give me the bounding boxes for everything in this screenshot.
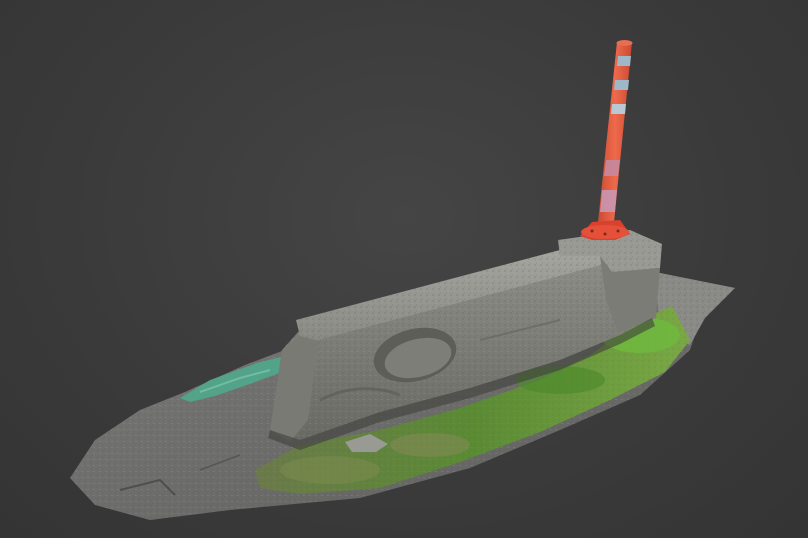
3d-viewport[interactable] <box>0 0 808 538</box>
delineator-pole <box>580 40 633 240</box>
scanned-model <box>70 40 735 520</box>
